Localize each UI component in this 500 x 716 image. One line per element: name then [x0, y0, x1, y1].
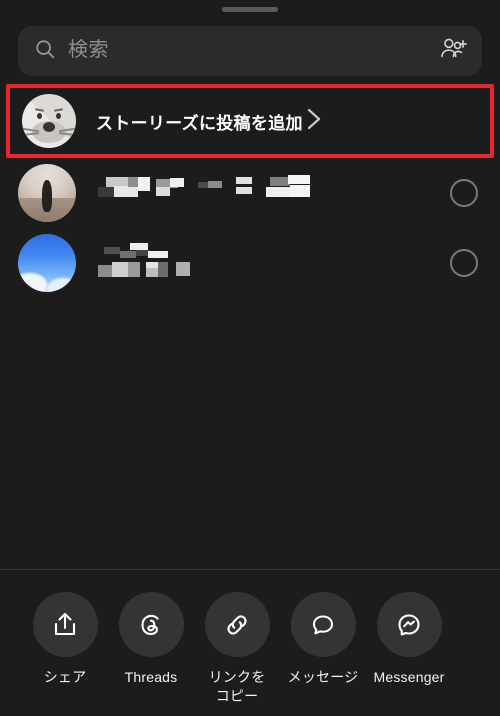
photo-avatar-desert: [18, 164, 76, 222]
mosaic-block: [98, 265, 112, 277]
share-option-copy-link[interactable]: リンクを コピー: [194, 592, 280, 706]
mosaic-block: [138, 177, 150, 191]
mosaic-block: [266, 187, 290, 197]
mosaic-block: [120, 251, 136, 258]
chevron-right-icon[interactable]: [303, 104, 325, 139]
story-row-highlight-wrapper: ストーリーズに投稿を追加: [0, 84, 500, 158]
drag-handle-area[interactable]: [0, 0, 500, 18]
recipient-list: ストーリーズに投稿を追加: [0, 76, 500, 569]
mosaic-block: [290, 185, 310, 197]
mosaic-block: [170, 178, 184, 187]
share-upload-icon[interactable]: [32, 592, 98, 658]
share-option-label: メッセージ: [287, 669, 359, 686]
mosaic-block: [270, 177, 290, 186]
message-bubble-icon[interactable]: [290, 592, 356, 658]
add-people-icon[interactable]: [440, 36, 468, 67]
share-option-messenger[interactable]: Messenger: [366, 592, 452, 706]
share-option-label: リンクを コピー: [208, 669, 266, 705]
contact-name-redacted: [76, 173, 450, 213]
share-sheet: 検索 ストーリーズに投稿を追加 シェア Threads リンクを コピー メッセ…: [0, 0, 500, 716]
search-section: 検索: [0, 18, 500, 76]
mosaic-name-0: [98, 173, 450, 213]
mosaic-name-1: [98, 243, 450, 283]
contact-name-redacted: [76, 243, 450, 283]
search-bar[interactable]: 検索: [18, 26, 482, 76]
mosaic-block: [130, 243, 148, 250]
seal-avatar: [22, 94, 76, 148]
share-option-threads[interactable]: Threads: [108, 592, 194, 706]
mosaic-block: [128, 262, 140, 277]
select-circle[interactable]: [450, 249, 478, 277]
messenger-icon[interactable]: [376, 592, 442, 658]
mosaic-block: [146, 268, 158, 277]
share-option-label: Threads: [124, 669, 178, 686]
mosaic-block: [98, 187, 114, 197]
list-item[interactable]: [0, 158, 500, 228]
add-to-story-body: ストーリーズに投稿を追加: [76, 109, 303, 134]
mosaic-block: [288, 175, 310, 184]
search-input[interactable]: 検索: [68, 40, 428, 62]
link-copy-icon[interactable]: [204, 592, 270, 658]
mosaic-block: [148, 251, 168, 258]
share-tray: シェア Threads リンクを コピー メッセージ Messenger: [0, 569, 500, 716]
share-option-share[interactable]: シェア: [22, 592, 108, 706]
list-item[interactable]: [0, 228, 500, 298]
mosaic-block: [104, 247, 120, 254]
share-option-label: シェア: [43, 669, 87, 686]
mosaic-block: [198, 182, 208, 188]
mosaic-block: [176, 262, 190, 276]
add-to-story-label: ストーリーズに投稿を追加: [96, 113, 303, 133]
add-to-story-row[interactable]: ストーリーズに投稿を追加: [6, 84, 494, 158]
mosaic-block: [114, 186, 138, 197]
select-circle[interactable]: [450, 179, 478, 207]
share-option-label: Messenger: [373, 669, 445, 686]
mosaic-block: [236, 187, 252, 194]
mosaic-block: [236, 177, 252, 184]
share-tray-scroll[interactable]: シェア Threads リンクを コピー メッセージ Messenger: [0, 592, 500, 706]
share-option-message[interactable]: メッセージ: [280, 592, 366, 706]
mosaic-block: [158, 262, 168, 277]
mosaic-block: [156, 187, 170, 196]
threads-icon[interactable]: [118, 592, 184, 658]
photo-avatar-sky: [18, 234, 76, 292]
drag-handle[interactable]: [222, 6, 278, 12]
search-icon: [34, 38, 56, 65]
mosaic-block: [208, 181, 222, 188]
